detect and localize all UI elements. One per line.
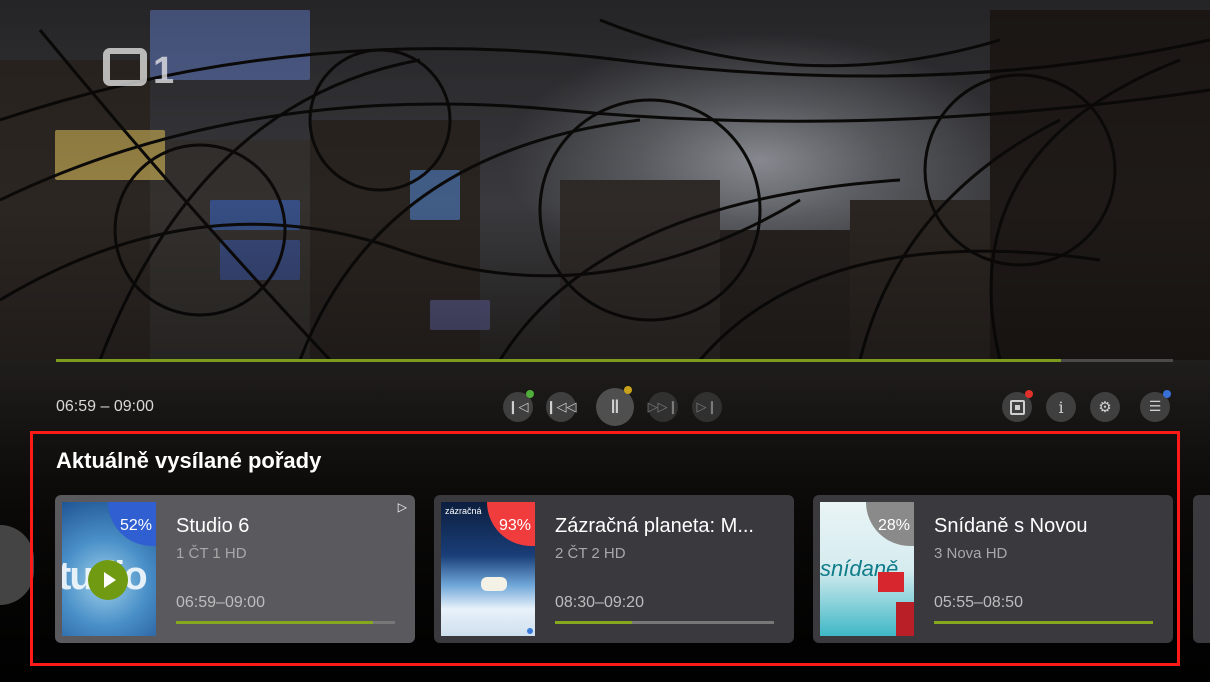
playback-progress-bar[interactable]	[56, 359, 1173, 362]
skip-previous-button[interactable]: ❙◁	[503, 390, 534, 422]
program-time: 06:59–09:00	[176, 594, 265, 611]
info-icon: i	[1058, 397, 1064, 417]
program-card-zazracna-planeta[interactable]: zázračná 93% Zázračná planeta: M... 2 ČT…	[434, 495, 794, 643]
program-channel: 1 ČT 1 HD	[176, 545, 247, 562]
rewind-button[interactable]: ❙◁◁	[546, 392, 576, 422]
program-channel: 3 Nova HD	[934, 545, 1008, 562]
watched-percent-badge: 52%	[108, 502, 156, 546]
fast-forward-icon: ▷▷❙	[647, 399, 679, 414]
record-icon	[1009, 399, 1025, 415]
program-card-studio-6[interactable]: tudio 52% ▷ Studio 6 1 ČT 1 HD 06:59–09:…	[55, 495, 415, 643]
program-title: Studio 6	[176, 515, 250, 537]
program-progress-bar	[555, 621, 774, 624]
skip-next-icon: ▷❙	[696, 399, 718, 414]
menu-button[interactable]: ☰	[1140, 390, 1171, 422]
watched-percent-badge: 28%	[866, 502, 914, 546]
program-progress-bar	[176, 621, 395, 624]
play-icon[interactable]	[88, 560, 128, 600]
pause-icon: ‖	[610, 396, 620, 417]
rewind-icon: ❙◁◁	[545, 399, 577, 414]
program-thumbnail: tudio 52%	[62, 502, 156, 636]
settings-button[interactable]: ⚙	[1090, 392, 1120, 422]
on-air-section-title: Aktuálně vysílané pořady	[56, 448, 322, 473]
program-title: Snídaně s Novou	[934, 515, 1088, 537]
skip-previous-icon: ❙◁	[507, 399, 529, 414]
skip-next-button[interactable]: ▷❙	[692, 392, 722, 422]
next-program-card-peek[interactable]	[1193, 495, 1210, 643]
record-button[interactable]	[1002, 390, 1033, 422]
program-channel: 2 ČT 2 HD	[555, 545, 626, 562]
program-thumbnail: zázračná 93%	[441, 502, 535, 636]
program-time: 08:30–09:20	[555, 594, 644, 611]
menu-icon: ☰	[1148, 399, 1162, 415]
time-range: 06:59 – 09:00	[56, 398, 154, 415]
pause-button[interactable]: ‖	[596, 386, 634, 426]
play-corner-icon: ▷	[397, 500, 407, 514]
playback-progress-fill	[56, 359, 1062, 362]
program-time: 05:55–08:50	[934, 594, 1023, 611]
watched-percent-badge: 93%	[487, 502, 535, 546]
program-progress-bar	[934, 621, 1153, 624]
program-card-snidane-s-novou[interactable]: snídaně 28% Snídaně s Novou 3 Nova HD 05…	[813, 495, 1173, 643]
fast-forward-button[interactable]: ▷▷❙	[648, 392, 678, 422]
info-button[interactable]: i	[1046, 392, 1076, 422]
program-title: Zázračná planeta: M...	[555, 515, 754, 537]
program-thumbnail: snídaně 28%	[820, 502, 914, 636]
channel-logo: 1	[103, 48, 175, 93]
gear-icon: ⚙	[1098, 398, 1112, 416]
